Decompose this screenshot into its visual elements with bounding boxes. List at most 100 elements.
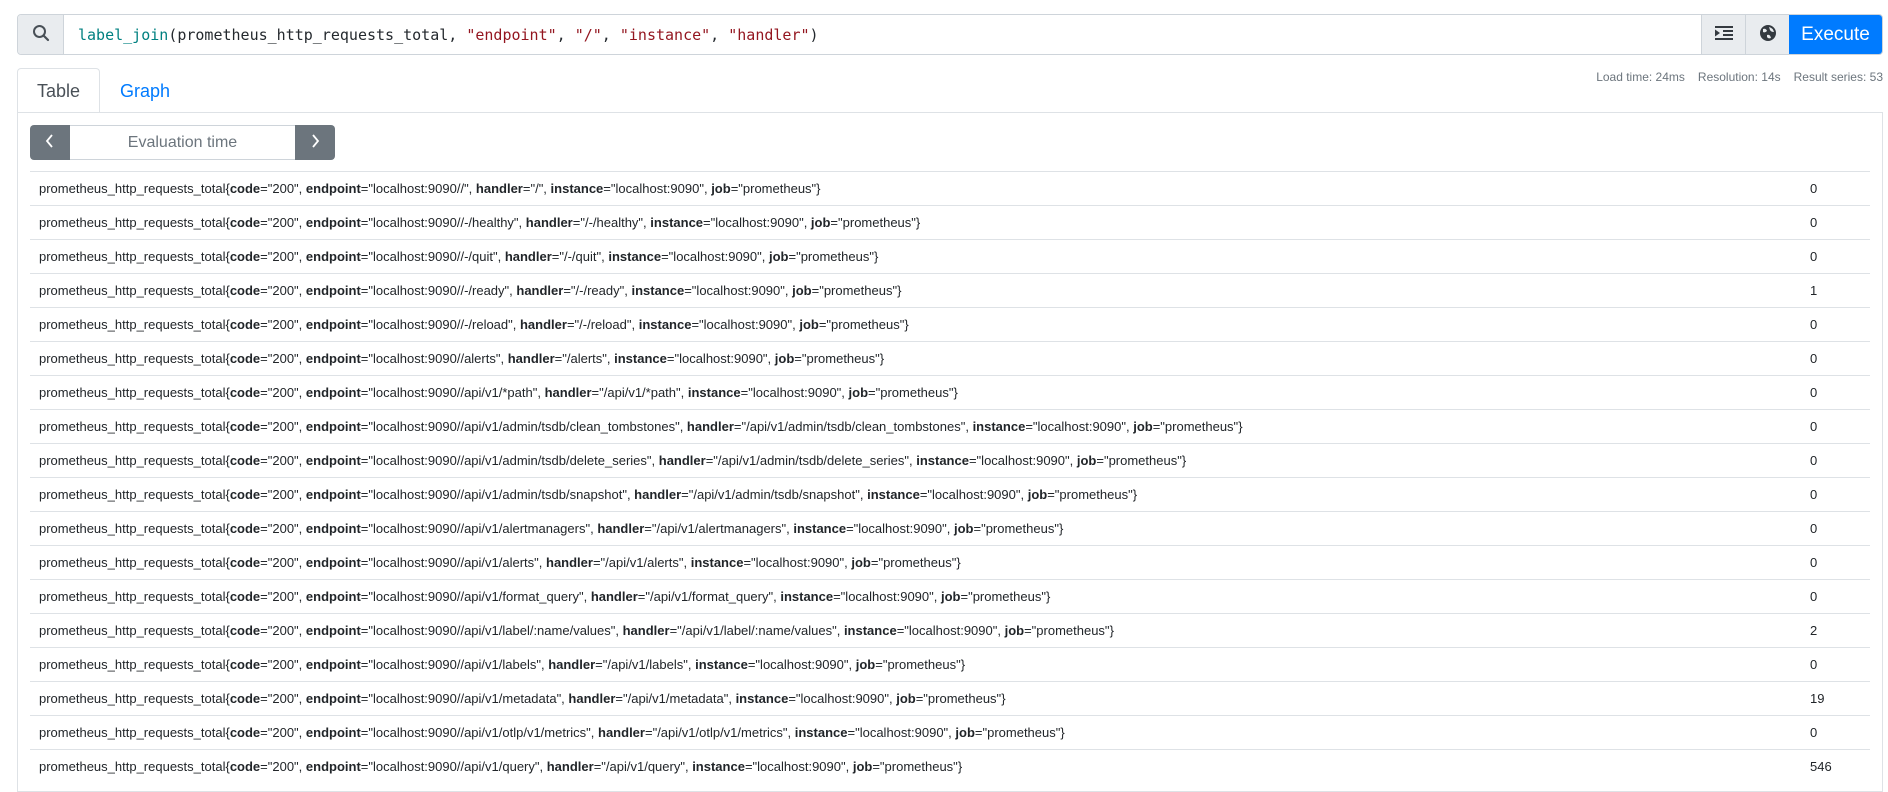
brace: } <box>953 385 958 400</box>
label-key: job <box>940 589 961 604</box>
label-value: ="200", <box>260 181 306 196</box>
label-value: ="prometheus" <box>1047 487 1133 502</box>
label-key: endpoint <box>305 589 361 604</box>
table-row: prometheus_http_requests_total{code="200… <box>30 715 1870 749</box>
metric-name: prometheus_http_requests_total{ <box>39 419 230 434</box>
label-value: ="localhost:9090", <box>747 657 856 672</box>
series-labels: prometheus_http_requests_total{code="200… <box>30 215 1810 230</box>
label-value: ="localhost:9090//api/v1/admin/tsdb/snap… <box>360 487 635 502</box>
table-row: prometheus_http_requests_total{code="200… <box>30 205 1870 239</box>
label-value: ="/-/quit", <box>551 249 609 264</box>
label-value: ="/api/v1/admin/tsdb/delete_series", <box>705 453 917 468</box>
metric-name: prometheus_http_requests_total{ <box>39 385 230 400</box>
tab-graph[interactable]: Graph <box>100 68 190 113</box>
metrics-explorer-button[interactable] <box>1745 15 1789 54</box>
label-key: instance <box>916 453 969 468</box>
tab-table[interactable]: Table <box>17 68 101 113</box>
table-row: prometheus_http_requests_total{code="200… <box>30 341 1870 375</box>
label-key: code <box>229 759 261 774</box>
table-row: prometheus_http_requests_total{code="200… <box>30 443 1870 477</box>
label-value: ="localhost:9090//api/v1/metadata", <box>360 691 569 706</box>
expression-token: "instance" <box>619 25 711 44</box>
label-value: ="prometheus" <box>788 249 874 264</box>
evaluation-time-input[interactable]: Evaluation time <box>70 125 295 160</box>
label-key: endpoint <box>305 317 361 332</box>
label-key: job <box>855 657 876 672</box>
label-value: ="200", <box>260 657 306 672</box>
brace: } <box>915 215 921 230</box>
label-value: ="localhost:9090//", <box>360 181 476 196</box>
label-key: handler <box>634 487 682 502</box>
label-value: ="200", <box>260 385 306 400</box>
table-row: prometheus_http_requests_total{code="200… <box>30 477 1870 511</box>
label-key: code <box>229 385 261 400</box>
label-key: code <box>229 725 261 740</box>
series-labels: prometheus_http_requests_total{code="200… <box>30 725 1810 740</box>
label-key: instance <box>972 419 1026 434</box>
sample-value: 0 <box>1810 351 1818 366</box>
expression-input[interactable]: label_join (prometheus_http_requests_tota… <box>64 15 1701 54</box>
chevron-left-icon <box>45 133 55 152</box>
label-value: ="prometheus" <box>974 725 1061 740</box>
label-key: endpoint <box>305 521 361 536</box>
label-value: ="localhost:9090//alerts", <box>360 351 508 366</box>
brace: } <box>1058 521 1064 536</box>
label-value: ="/-/ready", <box>563 283 632 298</box>
label-value: ="200", <box>260 351 306 366</box>
label-key: instance <box>614 351 667 366</box>
label-value: ="/api/v1/otlp/v1/metrics", <box>644 725 795 740</box>
label-key: handler <box>516 283 564 298</box>
format-expression-button[interactable] <box>1701 15 1745 54</box>
sample-value: 0 <box>1810 589 1818 604</box>
prev-time-button[interactable] <box>30 125 70 160</box>
label-value: ="/api/v1/labels", <box>595 657 696 672</box>
result-series: Result series: 53 <box>1793 70 1883 84</box>
next-time-button[interactable] <box>295 125 335 160</box>
metric-name: prometheus_http_requests_total{ <box>39 487 230 502</box>
label-value: ="/-/reload", <box>566 317 639 332</box>
label-key: handler <box>598 725 645 740</box>
label-value: ="200", <box>260 487 306 502</box>
label-value: ="localhost:9090", <box>684 283 793 298</box>
label-value: ="prometheus" <box>915 691 1002 706</box>
label-key: code <box>229 521 261 536</box>
table-row: prometheus_http_requests_total{code="200… <box>30 545 1870 579</box>
label-value: ="localhost:9090", <box>833 589 941 604</box>
search-addon <box>18 15 64 54</box>
metric-name: prometheus_http_requests_total{ <box>39 351 230 366</box>
label-value: ="/api/v1/label/:name/values", <box>669 623 844 638</box>
expression-token: ) <box>809 25 819 44</box>
label-key: code <box>229 623 261 638</box>
series-labels: prometheus_http_requests_total{code="200… <box>30 249 1810 264</box>
label-key: endpoint <box>305 419 361 434</box>
label-key: job <box>896 691 916 706</box>
label-key: endpoint <box>305 623 361 638</box>
series-labels: prometheus_http_requests_total{code="200… <box>30 453 1810 468</box>
label-key: handler <box>525 215 573 230</box>
label-key: handler <box>622 623 670 638</box>
sample-value: 0 <box>1810 453 1818 468</box>
sample-value: 2 <box>1810 623 1818 638</box>
label-key: handler <box>658 453 706 468</box>
label-key: code <box>229 215 261 230</box>
label-value: ="200", <box>260 249 306 264</box>
label-value: ="prometheus" <box>960 589 1046 604</box>
label-key: job <box>711 181 731 196</box>
series-labels: prometheus_http_requests_total{code="200… <box>30 317 1810 332</box>
label-key: instance <box>793 521 847 536</box>
label-value: ="localhost:9090", <box>846 521 954 536</box>
series-labels: prometheus_http_requests_total{code="200… <box>30 521 1810 536</box>
label-key: instance <box>650 215 704 230</box>
brace: } <box>957 759 963 774</box>
label-key: job <box>1133 419 1153 434</box>
label-value: ="localhost:9090//-/reload", <box>360 317 520 332</box>
execute-button[interactable]: Execute <box>1789 15 1882 54</box>
series-labels: prometheus_http_requests_total{code="200… <box>30 351 1810 366</box>
label-value: ="localhost:9090//api/v1/admin/tsdb/clea… <box>360 419 687 434</box>
label-value: ="localhost:9090//-/ready", <box>360 283 517 298</box>
table-row: prometheus_http_requests_total{code="200… <box>30 239 1870 273</box>
metric-name: prometheus_http_requests_total{ <box>39 555 230 570</box>
label-key: job <box>1076 453 1097 468</box>
label-key: endpoint <box>305 759 361 774</box>
query-bar: label_join (prometheus_http_requests_tota… <box>17 14 1883 55</box>
